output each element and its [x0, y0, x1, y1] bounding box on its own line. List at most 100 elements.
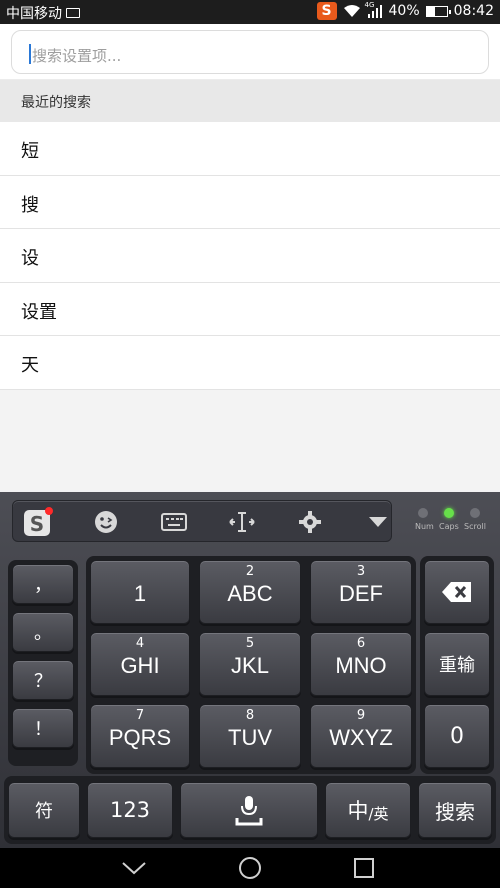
recent-item-label: 搜	[21, 194, 39, 216]
key-letters: DEF	[339, 581, 383, 606]
key-letters: GHI	[120, 653, 160, 678]
battery-percent: 40%	[388, 3, 420, 19]
num-lock-led	[418, 508, 428, 518]
recent-item[interactable]: 天	[0, 336, 500, 390]
lock-indicators: Num Caps Scroll	[410, 508, 494, 534]
recent-item-label: 天	[21, 355, 39, 377]
recent-searches-title: 最近的搜索	[21, 95, 91, 111]
symbols-button[interactable]: 符	[8, 782, 80, 838]
key-number: 2	[245, 564, 255, 579]
caps-lock-label: Caps	[439, 522, 459, 531]
key-7-pqrs[interactable]: 7 PQRS	[90, 704, 190, 768]
key-8-tuv[interactable]: 8 TUV	[199, 704, 301, 768]
recent-item-label: 设置	[21, 301, 57, 323]
key-exclamation[interactable]: ！	[12, 708, 74, 748]
key-letters: 1	[133, 581, 147, 606]
clock: 08:42	[453, 3, 494, 19]
back-icon[interactable]	[120, 856, 148, 880]
recent-searches-header: 最近的搜索	[0, 80, 500, 122]
key-number: 3	[356, 564, 366, 579]
key-9-wxyz[interactable]: 9 WXYZ	[310, 704, 412, 768]
language-toggle-button[interactable]: 中/英	[325, 782, 411, 838]
key-0[interactable]: 0	[424, 704, 490, 768]
scroll-lock-label: Scroll	[464, 522, 486, 531]
search-key[interactable]: 搜索	[418, 782, 492, 838]
key-label: 0	[450, 723, 464, 749]
key-period[interactable]: 。	[12, 612, 74, 652]
search-bar: 搜索设置项...	[0, 24, 500, 80]
lang-english: /英	[368, 804, 389, 823]
recent-item-label: 短	[21, 141, 39, 162]
status-bar: 中国移动 S 4G 40% 08:42	[0, 0, 500, 24]
space-voice-button[interactable]	[180, 782, 318, 838]
cursor-move-icon[interactable]	[227, 507, 257, 537]
caps-lock-led	[444, 508, 454, 518]
battery-icon	[425, 5, 451, 17]
key-comma[interactable]: ，	[12, 564, 74, 604]
numbers-button[interactable]: 123	[87, 782, 173, 838]
key-number: 4	[135, 636, 145, 651]
search-placeholder: 搜索设置项...	[32, 47, 122, 65]
backspace-icon	[425, 561, 489, 623]
recent-searches-list: 短 搜 设 设置 天	[0, 122, 500, 390]
settings-gear-icon[interactable]	[295, 507, 325, 537]
navigation-bar	[0, 848, 500, 888]
key-number: 5	[245, 636, 255, 651]
sogou-logo-icon[interactable]: S	[23, 507, 53, 537]
scroll-lock-led	[470, 508, 480, 518]
key-3-def[interactable]: 3 DEF	[310, 560, 412, 624]
key-label: 。	[34, 623, 52, 644]
key-letters: WXYZ	[329, 725, 393, 750]
key-question[interactable]: ？	[12, 660, 74, 700]
key-letters: PQRS	[108, 725, 172, 750]
microphone-icon	[181, 783, 317, 837]
lang-chinese: 中	[347, 799, 369, 823]
wifi-icon	[343, 4, 361, 18]
key-letters: MNO	[335, 653, 387, 678]
recent-item[interactable]: 短	[0, 122, 500, 176]
symbols-label: 符	[35, 801, 53, 822]
key-number: 6	[356, 636, 366, 651]
language-toggle-label: 中/英	[326, 783, 410, 837]
collapse-keyboard-icon[interactable]	[363, 507, 393, 537]
carrier-name: 中国移动	[6, 6, 62, 22]
key-label: ！	[34, 719, 52, 740]
retype-button[interactable]: 重输	[424, 632, 490, 696]
keyboard-toolbar: S	[12, 500, 392, 542]
sogou-keyboard: S Num Caps Scroll ， 。 ？ ！ 1 2 ABC 3 DEF …	[0, 492, 500, 848]
key-letters: JKL	[231, 653, 269, 678]
key-5-jkl[interactable]: 5 JKL	[199, 632, 301, 696]
sogou-ime-icon: S	[316, 2, 337, 20]
key-6-mno[interactable]: 6 MNO	[310, 632, 412, 696]
key-label: ，	[34, 575, 52, 596]
text-cursor	[29, 44, 31, 64]
key-letters: ABC	[227, 581, 273, 606]
key-number: 9	[356, 708, 366, 723]
key-1[interactable]: 1	[90, 560, 190, 624]
home-icon[interactable]	[236, 856, 264, 880]
key-2-abc[interactable]: 2 ABC	[199, 560, 301, 624]
signal-group: 4G	[364, 1, 383, 19]
recent-item[interactable]: 设置	[0, 282, 500, 337]
empty-content-area	[0, 390, 500, 492]
recent-item[interactable]: 设	[0, 229, 500, 283]
numbers-label: 123	[109, 798, 151, 822]
key-4-ghi[interactable]: 4 GHI	[90, 632, 190, 696]
retype-label: 重输	[439, 655, 475, 676]
network-type: 4G	[364, 1, 375, 9]
emoji-icon[interactable]	[91, 507, 121, 537]
recent-item[interactable]: 搜	[0, 175, 500, 230]
search-key-label: 搜索	[435, 799, 475, 824]
recent-apps-icon[interactable]	[350, 856, 378, 880]
key-label: ？	[34, 671, 52, 692]
keyboard-switch-icon[interactable]	[159, 507, 189, 537]
battery-fill	[426, 6, 435, 16]
recent-item-label: 设	[21, 248, 39, 270]
num-lock-label: Num	[415, 522, 434, 531]
search-input[interactable]: 搜索设置项...	[11, 30, 489, 74]
key-number: 8	[245, 708, 255, 723]
backspace-button[interactable]	[424, 560, 490, 624]
keyboard-status-icon	[66, 8, 80, 18]
key-letters: TUV	[228, 725, 272, 750]
svg-text:S: S	[30, 512, 44, 536]
